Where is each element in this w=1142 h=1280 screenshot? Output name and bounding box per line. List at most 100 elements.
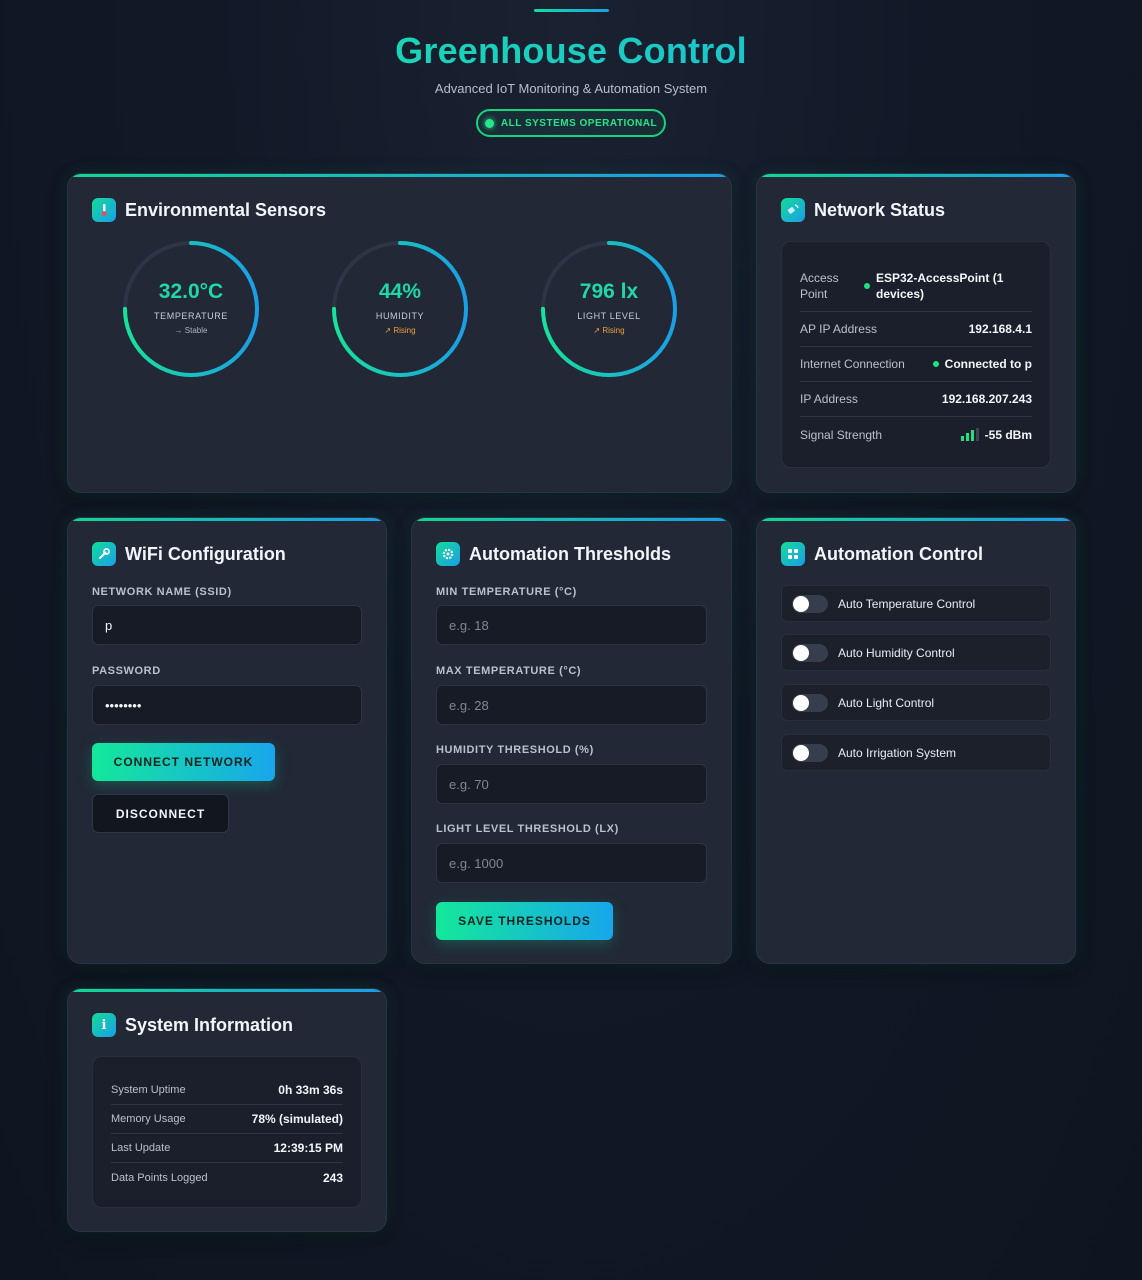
temperature-value: 32.0°C <box>158 280 224 303</box>
page-subtitle: Advanced IoT Monitoring & Automation Sys… <box>434 81 708 96</box>
system-info-box: System Uptime 0h 33m 36s Memory Usage 78… <box>92 1056 362 1208</box>
network-status-card: Network Status Access Point ESP32-Access… <box>756 173 1076 493</box>
ap-ip-row: AP IP Address 192.168.4.1 <box>800 312 1032 347</box>
last-update-row: Last Update 12:39:15 PM <box>111 1134 343 1163</box>
system-status-text: ALL SYSTEMS OPERATIONAL <box>500 117 658 129</box>
system-status-badge: ALL SYSTEMS OPERATIONAL <box>476 109 666 137</box>
signal-strength-label: Signal Strength <box>800 427 883 442</box>
ip-address-value: 192.168.207.243 <box>941 392 1032 406</box>
light-level-gauge-ring <box>541 241 677 377</box>
light-level-value: 796 lx <box>579 280 639 303</box>
system-information-card: i System Information System Uptime 0h 33… <box>67 988 387 1232</box>
auto-light-toggle-row[interactable]: Auto Light Control <box>781 684 1051 721</box>
temperature-gauge: 32.0°C TEMPERATURE → Stable <box>122 240 260 378</box>
access-point-value-text: ESP32-AccessPoint (1 devices) <box>876 271 1004 301</box>
data-points-value: 243 <box>322 1170 343 1185</box>
temperature-gauge-ring <box>123 241 259 377</box>
temperature-label: TEMPERATURE <box>154 311 228 321</box>
data-points-label: Data Points Logged <box>111 1171 208 1184</box>
light-level-label: LIGHT LEVEL <box>577 311 641 321</box>
wifi-configuration-card: WiFi Configuration NETWORK NAME (SSID) P… <box>67 517 387 964</box>
switch-knob <box>793 595 809 612</box>
ip-address-row: IP Address 192.168.207.243 <box>800 382 1032 417</box>
save-thresholds-button[interactable]: SAVE THRESHOLDS <box>436 902 613 940</box>
thresholds-card-header: Automation Thresholds <box>436 542 671 566</box>
connect-network-button[interactable]: CONNECT NETWORK <box>92 743 275 781</box>
signal-bars-icon <box>960 427 979 441</box>
access-point-row: Access Point ESP32-AccessPoint (1 device… <box>800 260 1032 312</box>
min-temperature-input[interactable] <box>436 605 707 645</box>
temperature-trend: → Stable <box>174 326 208 335</box>
internet-connection-text: Connected to p <box>944 357 1032 371</box>
disconnect-button[interactable]: DISCONNECT <box>92 794 229 833</box>
auto-temperature-switch[interactable] <box>792 594 828 613</box>
internet-connection-row: Internet Connection Connected to p <box>800 347 1032 382</box>
signal-strength-value: -55 dBm <box>960 427 1032 442</box>
password-label: PASSWORD <box>92 665 161 677</box>
thermometer-icon <box>92 198 116 222</box>
access-point-status-dot <box>864 283 870 289</box>
network-card-header: Network Status <box>781 198 945 222</box>
auto-irrigation-label: Auto Irrigation System <box>838 745 957 760</box>
auto-irrigation-switch[interactable] <box>792 743 828 762</box>
page-title: Greenhouse Control <box>0 30 1142 72</box>
light-threshold-input[interactable] <box>436 843 707 883</box>
auto-humidity-switch[interactable] <box>792 643 828 662</box>
automation-card-title: Automation Control <box>814 543 983 564</box>
system-uptime-label: System Uptime <box>111 1084 186 1096</box>
satellite-icon <box>781 198 805 222</box>
humidity-label: HUMIDITY <box>375 311 425 321</box>
internet-connection-value: Connected to p <box>932 357 1032 371</box>
humidity-threshold-label: HUMIDITY THRESHOLD (%) <box>436 744 594 756</box>
auto-humidity-label: Auto Humidity Control <box>838 645 955 660</box>
humidity-trend: ↗ Rising <box>384 326 416 335</box>
system-uptime-value: 0h 33m 36s <box>278 1083 343 1097</box>
ip-address-label: IP Address <box>800 392 858 406</box>
humidity-value: 44% <box>378 280 422 303</box>
max-temperature-label: MAX TEMPERATURE (°C) <box>436 665 582 677</box>
sensors-card-header: Environmental Sensors <box>92 198 326 222</box>
internet-connection-label: Internet Connection <box>800 357 905 371</box>
auto-light-switch[interactable] <box>792 693 828 712</box>
humidity-threshold-input[interactable] <box>436 764 707 804</box>
system-card-header: i System Information <box>92 1013 293 1037</box>
ap-ip-label: AP IP Address <box>800 322 877 336</box>
network-info-box: Access Point ESP32-AccessPoint (1 device… <box>781 241 1051 468</box>
switch-knob <box>793 644 809 661</box>
ssid-label: NETWORK NAME (SSID) <box>92 586 232 598</box>
light-level-gauge: 796 lx LIGHT LEVEL ↗ Rising <box>540 240 678 378</box>
min-temperature-label: MIN TEMPERATURE (°C) <box>436 586 577 598</box>
memory-usage-value: 78% (simulated) <box>251 1112 343 1126</box>
password-input[interactable] <box>92 685 362 725</box>
system-uptime-row: System Uptime 0h 33m 36s <box>111 1076 343 1105</box>
light-threshold-label: LIGHT LEVEL THRESHOLD (LX) <box>436 823 619 835</box>
memory-usage-label: Memory Usage <box>111 1113 186 1125</box>
thresholds-card-title: Automation Thresholds <box>469 543 671 564</box>
ssid-input[interactable] <box>92 605 362 645</box>
auto-humidity-toggle-row[interactable]: Auto Humidity Control <box>781 634 1051 671</box>
status-dot-icon <box>484 118 494 128</box>
wifi-card-title: WiFi Configuration <box>125 543 286 564</box>
top-accent-bar <box>534 9 609 12</box>
switch-knob <box>793 744 809 761</box>
automation-card-header: Automation Control <box>781 542 983 566</box>
max-temperature-input[interactable] <box>436 685 707 725</box>
network-card-title: Network Status <box>814 199 946 220</box>
internet-status-dot <box>932 361 939 367</box>
auto-irrigation-toggle-row[interactable]: Auto Irrigation System <box>781 734 1051 771</box>
ap-ip-value: 192.168.4.1 <box>968 322 1032 336</box>
access-point-value: ESP32-AccessPoint (1 devices) <box>864 270 1032 302</box>
sensors-card-title: Environmental Sensors <box>125 199 327 220</box>
control-panel-icon <box>781 542 805 566</box>
auto-temperature-label: Auto Temperature Control <box>838 596 976 611</box>
info-icon: i <box>92 1013 116 1037</box>
wifi-card-header: WiFi Configuration <box>92 542 286 566</box>
signal-strength-row: Signal Strength -55 dBm <box>800 417 1032 452</box>
last-update-label: Last Update <box>111 1142 171 1154</box>
auto-temperature-toggle-row[interactable]: Auto Temperature Control <box>781 585 1051 622</box>
data-points-row: Data Points Logged 243 <box>111 1163 343 1192</box>
signal-strength-text: -55 dBm <box>984 427 1032 442</box>
gear-icon <box>436 542 460 566</box>
access-point-label: Access Point <box>800 271 839 301</box>
wrench-icon <box>92 542 116 566</box>
